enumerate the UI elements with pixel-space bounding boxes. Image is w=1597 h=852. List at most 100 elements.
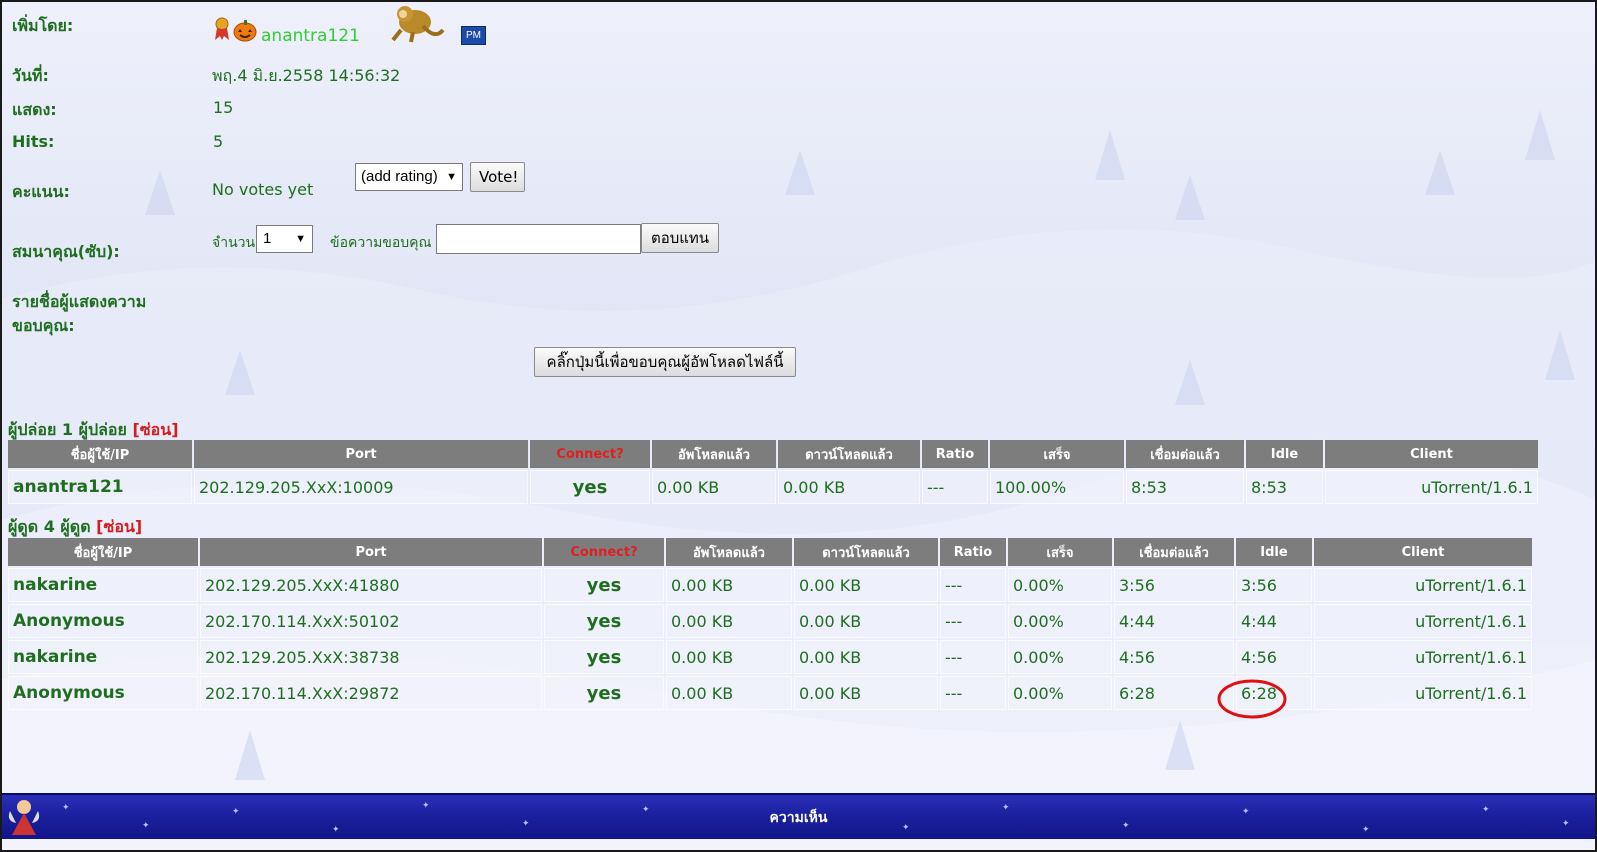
seeder-cell-connected: 8:53 bbox=[1126, 470, 1244, 504]
seeder-col-header: Idle bbox=[1246, 440, 1323, 468]
vote-button[interactable]: Vote! bbox=[470, 162, 525, 192]
hits-value: 5 bbox=[213, 132, 224, 151]
leecher-cell-up: 0.00 KB bbox=[666, 604, 792, 638]
date-label: วันที่: bbox=[12, 66, 49, 85]
leecher-cell-up: 0.00 KB bbox=[666, 568, 792, 602]
leecher-row: Anonymous 202.170.114.XxX:29872 yes 0.00 KB… bbox=[8, 676, 1532, 710]
leecher-cell-done: 0.00% bbox=[1008, 604, 1112, 638]
amount-select-value: 1 bbox=[263, 230, 272, 247]
views-label: แสดง: bbox=[12, 100, 57, 119]
seeder-col-header: เชื่อมต่อแล้ว bbox=[1126, 440, 1244, 468]
amount-select[interactable]: 1 ▼ bbox=[256, 225, 313, 253]
leecher-cell-port: 202.170.114.XxX:50102 bbox=[200, 604, 542, 638]
rating-select[interactable]: (add rating) ▼ bbox=[355, 163, 463, 191]
seeder-cell-up: 0.00 KB bbox=[652, 470, 776, 504]
seeder-cell-port: 202.129.205.XxX:10009 bbox=[194, 470, 528, 504]
leecher-cell-ratio: --- bbox=[940, 640, 1006, 674]
seeders-hide-link[interactable]: [ซ่อน] bbox=[133, 420, 179, 439]
seeder-col-header: Ratio bbox=[922, 440, 988, 468]
leecher-cell-ratio: --- bbox=[940, 604, 1006, 638]
leecher-cell-idle: 4:44 bbox=[1236, 604, 1312, 638]
leecher-col-header: เสร็จ bbox=[1008, 538, 1112, 566]
leecher-cell-connected: 3:56 bbox=[1114, 568, 1234, 602]
leecher-cell-user[interactable]: Anonymous bbox=[8, 676, 198, 710]
thanks-list-label-2: ขอบคุณ: bbox=[12, 316, 75, 335]
snow-background bbox=[0, 110, 1597, 852]
leecher-cell-ratio: --- bbox=[940, 568, 1006, 602]
seeder-cell-idle: 8:53 bbox=[1246, 470, 1323, 504]
uploader-name-link[interactable]: anantra121 bbox=[261, 26, 360, 46]
leecher-cell-idle: 3:56 bbox=[1236, 568, 1312, 602]
leecher-cell-client: uTorrent/1.6.1 bbox=[1314, 568, 1532, 602]
leecher-col-header: Connect? bbox=[544, 538, 664, 566]
thanks-label: สมนาคุณ(ซับ): bbox=[12, 242, 120, 261]
monkey-avatar-icon bbox=[383, 0, 447, 48]
seeder-col-header: Port bbox=[194, 440, 528, 468]
leechers-header-row: ชื่อผู้ใช้/IP Port Connect? อัพโหลดแล้ว ดาวน… bbox=[8, 538, 1532, 566]
seeder-col-header: ดาวน์โหลดแล้ว bbox=[778, 440, 920, 468]
seeder-col-header: อัพโหลดแล้ว bbox=[652, 440, 776, 468]
leecher-cell-idle: 4:56 bbox=[1236, 640, 1312, 674]
seeder-col-header: ชื่อผู้ใช้/IP bbox=[8, 440, 192, 468]
uploader-label: เพิ่มโดย: bbox=[12, 16, 74, 35]
leecher-row: Anonymous 202.170.114.XxX:50102 yes 0.00 KB… bbox=[8, 604, 1532, 638]
leecher-cell-up: 0.00 KB bbox=[666, 676, 792, 710]
leecher-cell-down: 0.00 KB bbox=[794, 640, 938, 674]
leecher-cell-ratio: --- bbox=[940, 676, 1006, 710]
leecher-cell-user[interactable]: nakarine bbox=[8, 640, 198, 674]
leecher-col-header: อัพโหลดแล้ว bbox=[666, 538, 792, 566]
uploader-info: anantra121 bbox=[213, 16, 360, 46]
reply-thanks-button[interactable]: ตอบแทน bbox=[641, 223, 719, 253]
window-frame bbox=[0, 0, 1597, 852]
leecher-cell-done: 0.00% bbox=[1008, 676, 1112, 710]
seeders-header-row: ชื่อผู้ใช้/IP Port Connect? อัพโหลดแล้ว ดาวน… bbox=[8, 440, 1538, 468]
seeder-col-header: Connect? bbox=[530, 440, 650, 468]
leecher-cell-connected: 4:44 bbox=[1114, 604, 1234, 638]
leecher-cell-port: 202.170.114.XxX:29872 bbox=[200, 676, 542, 710]
views-value: 15 bbox=[213, 98, 234, 117]
thanks-message-input[interactable] bbox=[436, 224, 641, 254]
leecher-cell-down: 0.00 KB bbox=[794, 676, 938, 710]
thanks-list-label-1: รายชื่อผู้แสดงความ bbox=[12, 292, 147, 311]
rating-label: คะแนน: bbox=[12, 182, 70, 201]
hits-label: Hits: bbox=[12, 132, 55, 151]
seeder-cell-ratio: --- bbox=[922, 470, 988, 504]
leecher-cell-connect: yes bbox=[544, 568, 664, 602]
leecher-row: nakarine 202.129.205.XxX:38738 yes 0.00 KB 0… bbox=[8, 640, 1532, 674]
pm-icon[interactable]: PM bbox=[461, 26, 486, 45]
seeders-title-text: ผู้ปล่อย 1 ผู้ปล่อย bbox=[8, 420, 127, 439]
leecher-col-header: Port bbox=[200, 538, 542, 566]
leecher-cell-done: 0.00% bbox=[1008, 640, 1112, 674]
leechers-hide-link[interactable]: [ซ่อน] bbox=[96, 517, 142, 536]
leecher-col-header: ชื่อผู้ใช้/IP bbox=[8, 538, 198, 566]
seeder-cell-user[interactable]: anantra121 bbox=[8, 470, 192, 504]
leecher-col-header: Idle bbox=[1236, 538, 1312, 566]
leecher-cell-done: 0.00% bbox=[1008, 568, 1112, 602]
leecher-cell-connect: yes bbox=[544, 640, 664, 674]
leecher-cell-user[interactable]: Anonymous bbox=[8, 604, 198, 638]
seeder-cell-down: 0.00 KB bbox=[778, 470, 920, 504]
leecher-cell-connected: 4:56 bbox=[1114, 640, 1234, 674]
seeder-cell-connect: yes bbox=[530, 470, 650, 504]
highlight-circle bbox=[1217, 679, 1287, 719]
rating-value: No votes yet bbox=[212, 180, 314, 199]
date-value: พฤ.4 มิ.ย.2558 14:56:32 bbox=[212, 66, 401, 85]
leecher-cell-port: 202.129.205.XxX:41880 bbox=[200, 568, 542, 602]
leecher-col-header: Ratio bbox=[940, 538, 1006, 566]
leecher-cell-connect: yes bbox=[544, 604, 664, 638]
amount-label: จำนวน bbox=[212, 235, 256, 251]
thank-uploader-button[interactable]: คลิ๊กปุ่มนี้เพื่อขอบคุณผู้อัพโหลดไฟล์นี้ bbox=[534, 347, 796, 377]
leecher-cell-down: 0.00 KB bbox=[794, 568, 938, 602]
rating-select-value: (add rating) bbox=[361, 168, 438, 185]
comments-bar: ✦ ✦ ✦ ✦ ✦ ✦ ✦ ✦ ✦ ✦ ✦ ✦ ✦ ✦ ความเห็น bbox=[2, 793, 1595, 839]
message-label: ข้อความขอบคุณ bbox=[330, 235, 432, 251]
leecher-cell-client: uTorrent/1.6.1 bbox=[1314, 640, 1532, 674]
dropdown-arrow-icon: ▼ bbox=[446, 171, 457, 183]
leecher-cell-up: 0.00 KB bbox=[666, 640, 792, 674]
leecher-col-header: เชื่อมต่อแล้ว bbox=[1114, 538, 1234, 566]
leecher-cell-port: 202.129.205.XxX:38738 bbox=[200, 640, 542, 674]
seeders-table: ชื่อผู้ใช้/IP Port Connect? อัพโหลดแล้ว ดาวน… bbox=[6, 438, 1540, 506]
seeder-col-header: Client bbox=[1325, 440, 1538, 468]
dropdown-arrow-icon: ▼ bbox=[295, 233, 306, 245]
leecher-cell-user[interactable]: nakarine bbox=[8, 568, 198, 602]
